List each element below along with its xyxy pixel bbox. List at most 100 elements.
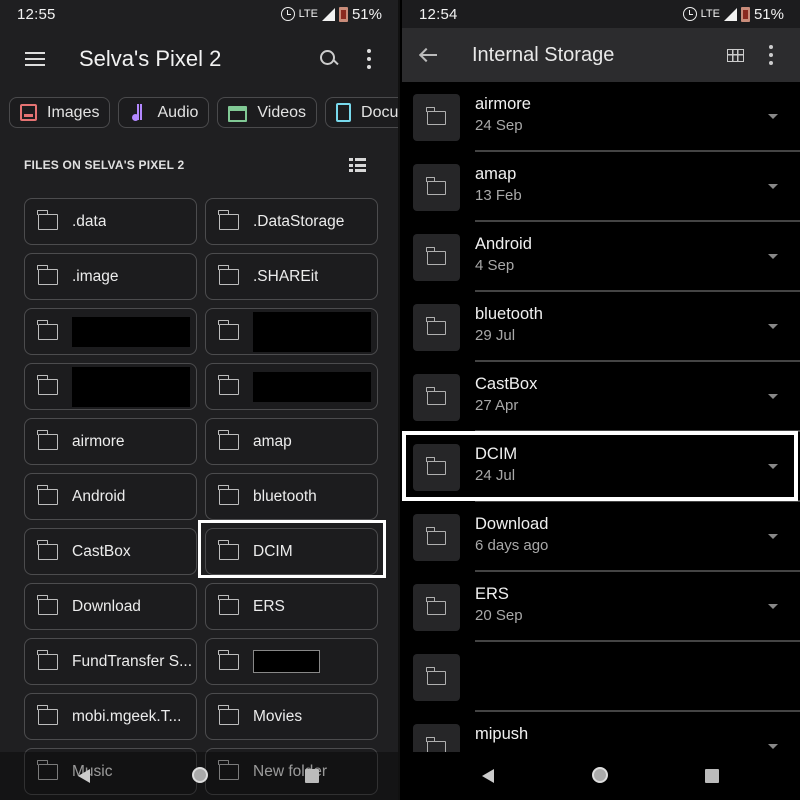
folder-grid-item[interactable]: .SHAREit [205,253,378,300]
search-icon[interactable] [318,48,340,70]
folder-list-row[interactable]: bluetooth 29 Jul [402,292,800,362]
folder-list-row[interactable]: CastBox 27 Apr [402,362,800,432]
folder-name: amap [475,165,517,183]
folder-grid-item[interactable] [24,363,197,410]
files-by-google-pane: 12:55 LTE 51% Selva's Pixel 2 Images Aud… [0,0,400,800]
nav-recents-icon[interactable] [705,769,719,783]
folder-grid-item[interactable]: .data [24,198,197,245]
nav-home-icon[interactable] [592,767,608,783]
status-time: 12:54 [419,5,458,23]
chevron-down-icon[interactable] [768,184,778,189]
music-note-icon [129,103,147,122]
chip-images[interactable]: Images [9,97,111,128]
redacted-label [72,366,190,407]
folder-name: ERS [475,585,509,603]
folder-grid-item[interactable]: .image [24,253,197,300]
folder-name: Download [72,597,141,615]
folder-list-row[interactable]: Download 6 days ago [402,502,800,572]
chevron-down-icon[interactable] [768,114,778,119]
chevron-down-icon[interactable] [768,604,778,609]
folder-grid-item[interactable]: ERS [205,583,378,630]
folder-icon [218,704,239,725]
folder-date: 20 Sep [475,607,523,624]
folder-name: .SHAREit [253,267,319,285]
folder-icon [37,484,58,505]
nav-recents-icon[interactable] [305,769,319,783]
folder-icon [218,429,239,450]
folder-grid-item[interactable] [24,308,197,355]
folder-grid-item[interactable]: Android [24,473,197,520]
folder-grid-item[interactable]: CastBox [24,528,197,575]
folder-name: DCIM [475,445,518,463]
grid-view-icon[interactable] [727,48,744,62]
chevron-down-icon[interactable] [768,534,778,539]
folder-name: airmore [72,432,125,450]
folder-grid-item[interactable]: FundTransfer S... [24,638,197,685]
nav-home-icon[interactable] [192,767,208,783]
battery-percent: 51% [351,5,382,23]
chevron-down-icon[interactable] [768,744,778,749]
folder-grid-item[interactable]: bluetooth [205,473,378,520]
folder-icon [426,246,446,265]
folder-icon [37,429,58,450]
folder-grid-item[interactable] [205,308,378,355]
folder-grid-item[interactable]: amap [205,418,378,465]
folder-grid-item[interactable] [205,638,378,685]
alarm-icon [682,7,697,21]
folder-icon [37,319,58,340]
folder-grid-item[interactable]: Movies [205,693,378,740]
folder-name: bluetooth [475,305,543,323]
folder-thumbnail [413,514,460,561]
row-text: Download 6 days ago [475,515,548,554]
hamburger-menu-icon[interactable] [25,52,45,66]
folder-list-row[interactable]: amap 13 Feb [402,152,800,222]
image-icon [20,104,37,121]
row-text: DCIM 24 Jul [475,445,517,484]
list-view-icon[interactable] [349,158,366,172]
more-vert-icon[interactable] [768,45,774,65]
arrow-back-icon[interactable] [420,48,438,62]
folder-icon [426,386,446,405]
folder-icon [37,649,58,670]
folder-list-row[interactable] [402,642,800,712]
folder-list-row[interactable]: DCIM 24 Jul [402,432,800,502]
chevron-down-icon[interactable] [768,464,778,469]
nav-back-icon[interactable] [78,769,90,783]
chevron-down-icon[interactable] [768,394,778,399]
chevron-down-icon[interactable] [768,324,778,329]
chip-audio[interactable]: Audio [118,97,210,128]
folder-list-row[interactable]: Android 4 Sep [402,222,800,292]
folder-grid-item[interactable] [205,363,378,410]
status-icons: LTE 51% [280,5,382,23]
folder-grid-item[interactable]: Download [24,583,197,630]
folder-name: mipush [475,725,529,743]
folder-name: FundTransfer S... [72,652,193,670]
folder-icon [426,526,446,545]
nav-back-icon[interactable] [482,769,494,783]
network-type: LTE [298,8,318,20]
folder-icon [37,374,58,395]
folder-list-row[interactable]: airmore 24 Sep [402,82,800,152]
folder-grid-item[interactable]: airmore [24,418,197,465]
folder-icon [426,176,446,195]
status-bar: 12:54 LTE 51% [402,0,800,28]
chip-videos[interactable]: Videos [217,97,318,128]
chevron-down-icon[interactable] [768,254,778,259]
folder-grid-item[interactable]: .DataStorage [205,198,378,245]
folder-thumbnail [413,304,460,351]
folder-name: .data [72,212,107,230]
section-title: FILES ON SELVA'S PIXEL 2 [24,158,185,172]
folder-icon [37,264,58,285]
folder-grid-item[interactable]: mobi.mgeek.T... [24,693,197,740]
folder-thumbnail [413,654,460,701]
signal-icon [321,7,335,21]
more-vert-icon[interactable] [366,49,372,69]
row-text: ERS 20 Sep [475,585,523,624]
app-bar: Internal Storage [402,28,800,82]
file-manager-pane: 12:54 LTE 51% Internal Storage airmore 24… [402,0,800,800]
folder-grid-item[interactable]: DCIM [205,528,378,575]
category-chips: Images Audio Videos Docu [9,97,398,128]
folder-list-row[interactable]: ERS 20 Sep [402,572,800,642]
chip-documents[interactable]: Docu [325,97,398,128]
folder-name: amap [253,432,292,450]
